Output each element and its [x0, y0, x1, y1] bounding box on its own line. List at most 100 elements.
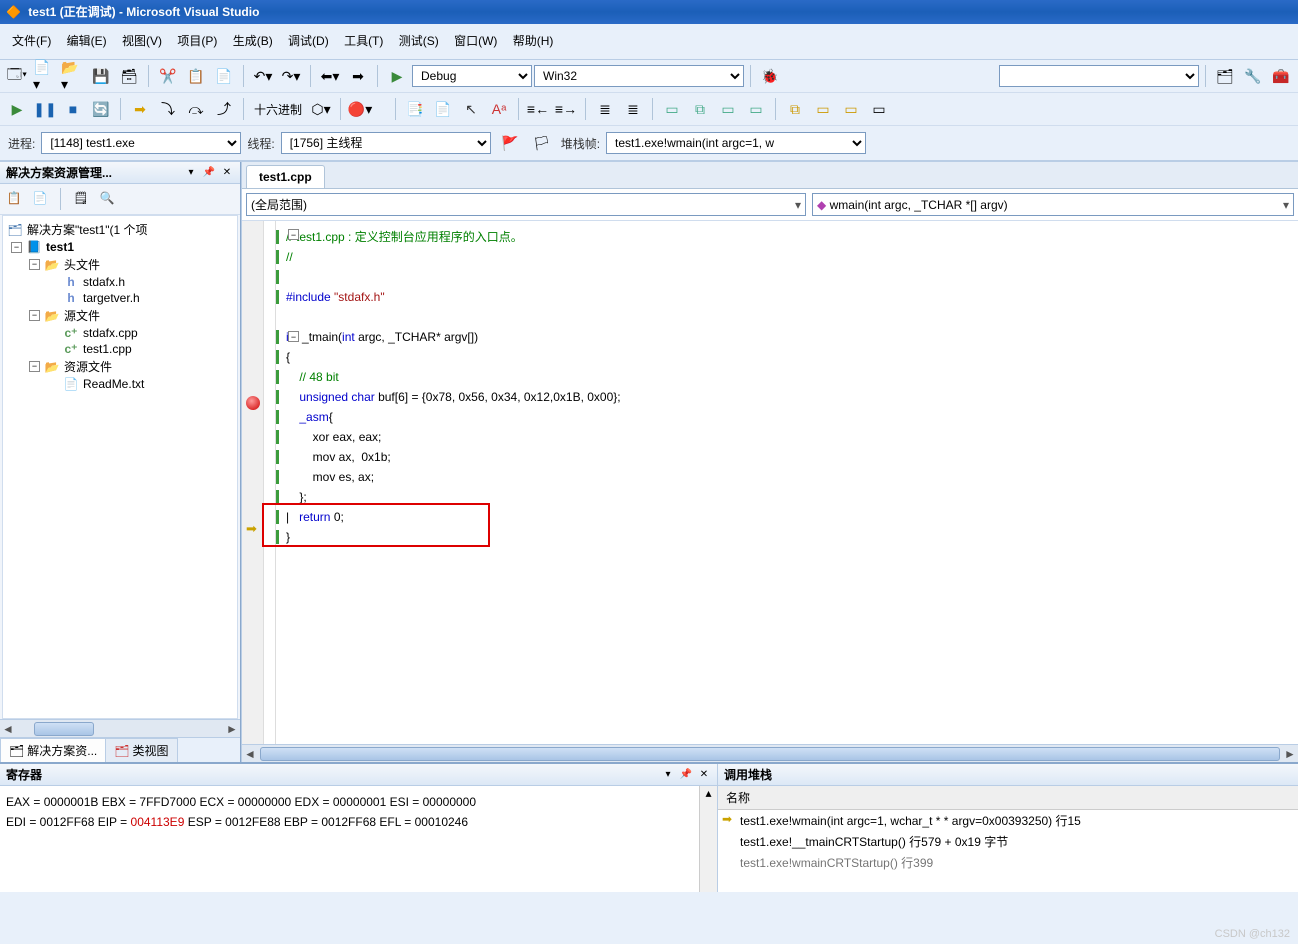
properties-button[interactable]: 🔧 — [1240, 63, 1266, 89]
find-in-files-button[interactable]: 🐞 — [757, 63, 783, 89]
registers-body[interactable]: EAX = 0000001B EBX = 7FFD7000 ECX = 0000… — [0, 786, 699, 892]
nav-fwd-button[interactable]: ➡ — [345, 63, 371, 89]
expand-icon[interactable]: − — [29, 361, 40, 372]
scope-dropdown[interactable]: (全局范围)▾ — [246, 193, 806, 216]
window-btn-4[interactable]: ▭ — [743, 96, 769, 122]
flag-all-button[interactable]: 🏳 — [529, 130, 555, 156]
process-select[interactable]: [1148] test1.exe — [41, 132, 241, 154]
breakpoint-marker[interactable] — [246, 396, 260, 410]
tb-ext-1[interactable]: 📑 — [402, 96, 428, 122]
member-dropdown[interactable]: ◆ wmain(int argc, _TCHAR *[] argv)▾ — [812, 193, 1294, 216]
panel-pin-icon[interactable]: 📌 — [679, 768, 693, 782]
window-btn-1[interactable]: ▭ — [659, 96, 685, 122]
redo-button[interactable]: ↷▾ — [278, 63, 304, 89]
hex-toggle[interactable]: 十六进制 — [250, 101, 306, 118]
menu-test[interactable]: 测试(S) — [395, 30, 443, 51]
window-btn-7[interactable]: ▭ — [838, 96, 864, 122]
indent-inc-button[interactable]: ≡→ — [553, 96, 579, 122]
file-targetver-h[interactable]: htargetver.h — [7, 290, 233, 306]
tb-ext-4[interactable]: Aᵃ — [486, 96, 512, 122]
continue-button[interactable]: ▶ — [4, 96, 30, 122]
file-readme[interactable]: 📄ReadMe.txt — [7, 376, 233, 392]
pause-button[interactable]: ❚❚ — [32, 96, 58, 122]
show-next-stmt-button[interactable]: ➡ — [127, 96, 153, 122]
menu-project[interactable]: 项目(P) — [173, 30, 221, 51]
tab-test1-cpp[interactable]: test1.cpp — [246, 165, 325, 188]
menu-edit[interactable]: 编辑(E) — [63, 30, 111, 51]
save-all-button[interactable]: 🗃 — [116, 63, 142, 89]
restart-button[interactable]: 🔄 — [88, 96, 114, 122]
menu-debug[interactable]: 调试(D) — [284, 30, 333, 51]
expand-icon[interactable]: − — [11, 242, 22, 253]
se-btn-3[interactable]: 🗒 — [71, 188, 91, 208]
step-out-button[interactable]: ⤴ — [211, 96, 237, 122]
file-stdafx-cpp[interactable]: c⁺stdafx.cpp — [7, 325, 233, 341]
headers-folder[interactable]: −📂头文件 — [7, 255, 233, 274]
tab-class-view[interactable]: 🗂类视图 — [105, 738, 177, 762]
panel-menu-icon[interactable]: ▾ — [184, 166, 198, 180]
solution-explorer-button[interactable]: 🗂 — [1212, 63, 1238, 89]
se-btn-4[interactable]: 🔍 — [97, 188, 117, 208]
se-btn-2[interactable]: 📄 — [30, 188, 50, 208]
flag-thread-button[interactable]: 🚩 — [497, 130, 523, 156]
config-select[interactable]: Debug — [412, 65, 532, 87]
panel-menu-icon[interactable]: ▾ — [661, 768, 675, 782]
window-btn-5[interactable]: ⧉ — [782, 96, 808, 122]
horizontal-scrollbar[interactable]: ◄► — [0, 719, 240, 737]
expand-icon[interactable]: − — [29, 259, 40, 270]
panel-close-icon[interactable]: ✕ — [220, 166, 234, 180]
undo-button[interactable]: ↶▾ — [250, 63, 276, 89]
menu-build[interactable]: 生成(B) — [229, 30, 277, 51]
save-button[interactable]: 💾 — [88, 63, 114, 89]
tb-ext-3[interactable]: ↖ — [458, 96, 484, 122]
start-debug-button[interactable]: ▶ — [384, 63, 410, 89]
resources-folder[interactable]: −📂资源文件 — [7, 357, 233, 376]
window-btn-6[interactable]: ▭ — [810, 96, 836, 122]
find-combo[interactable] — [999, 65, 1199, 87]
file-stdafx-h[interactable]: hstdafx.h — [7, 274, 233, 290]
tb-ext-2[interactable]: 📄 — [430, 96, 456, 122]
fold-icon[interactable]: − — [288, 331, 299, 342]
step-over-button[interactable]: ⤼ — [183, 96, 209, 122]
new-item-button[interactable]: 📄▾ — [32, 63, 58, 89]
project-node[interactable]: −📘test1 — [7, 239, 233, 255]
expand-icon[interactable]: − — [29, 310, 40, 321]
window-btn-2[interactable]: ⧉ — [687, 96, 713, 122]
editor-hscrollbar[interactable]: ◄► — [242, 744, 1298, 762]
open-button[interactable]: 📂▾ — [60, 63, 86, 89]
uncomment-button[interactable]: ≣ — [620, 96, 646, 122]
se-btn-1[interactable]: 📋 — [4, 188, 24, 208]
menu-view[interactable]: 视图(V) — [118, 30, 166, 51]
cut-button[interactable]: ✂️ — [155, 63, 181, 89]
platform-select[interactable]: Win32 — [534, 65, 744, 87]
menu-tools[interactable]: 工具(T) — [340, 30, 387, 51]
outlining-margin[interactable]: − − — [264, 221, 276, 744]
tab-solution-explorer[interactable]: 🗂解决方案资... — [0, 738, 106, 762]
paste-button[interactable]: 📄 — [211, 63, 237, 89]
menu-window[interactable]: 窗口(W) — [450, 30, 501, 51]
step-into-button[interactable]: ⤵ — [155, 96, 181, 122]
menu-help[interactable]: 帮助(H) — [509, 30, 558, 51]
solution-root[interactable]: 🗂解决方案"test1"(1 个项 — [7, 220, 233, 239]
code-area[interactable]: ➡ − − // test1.cpp : 定义控制台应用程序的入口点。 // #… — [242, 221, 1298, 744]
nav-back-button[interactable]: ⬅▾ — [317, 63, 343, 89]
window-btn-3[interactable]: ▭ — [715, 96, 741, 122]
new-project-button[interactable]: 🗔▾ — [4, 63, 30, 89]
menu-file[interactable]: 文件(F) — [8, 30, 55, 51]
comment-button[interactable]: ≣ — [592, 96, 618, 122]
copy-button[interactable]: 📋 — [183, 63, 209, 89]
thread-select[interactable]: [1756] 主线程 — [281, 132, 491, 154]
stackframe-select[interactable]: test1.exe!wmain(int argc=1, w — [606, 132, 866, 154]
panel-close-icon[interactable]: ✕ — [697, 768, 711, 782]
file-test1-cpp[interactable]: c⁺test1.cpp — [7, 341, 233, 357]
breakpoints-button[interactable]: 🔴▾ — [347, 96, 373, 122]
hex-icon[interactable]: ⬡▾ — [308, 96, 334, 122]
stack-frame-1[interactable]: test1.exe!__tmainCRTStartup() 行579 + 0x1… — [718, 831, 1298, 852]
indent-dec-button[interactable]: ≡← — [525, 96, 551, 122]
callstack-body[interactable]: 名称 ➡test1.exe!wmain(int argc=1, wchar_t … — [718, 786, 1298, 892]
stop-button[interactable]: ■ — [60, 96, 86, 122]
registers-vscrollbar[interactable]: ▴ — [699, 786, 717, 892]
panel-pin-icon[interactable]: 📌 — [202, 166, 216, 180]
callstack-header[interactable]: 名称 — [718, 786, 1298, 810]
fold-icon[interactable]: − — [288, 229, 299, 240]
